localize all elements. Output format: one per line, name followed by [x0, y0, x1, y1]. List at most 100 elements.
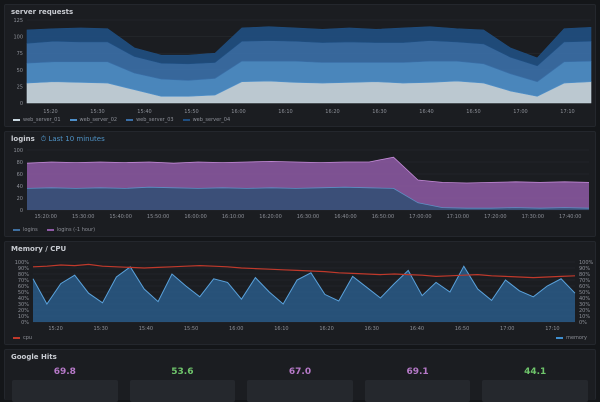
gauge-value: 44.1	[524, 367, 547, 377]
x-tick-label: 16:10:00	[222, 214, 244, 220]
gauge-value: 69.8	[53, 367, 76, 377]
legend-label: web_server_03	[136, 117, 174, 123]
legend-label: web_server_02	[79, 117, 118, 123]
x-tick-label: 15:30	[90, 109, 104, 115]
y-tick-label: 40	[17, 184, 23, 190]
x-tick-label: 15:40	[137, 109, 151, 115]
gauge-3[interactable]: 67.0	[243, 363, 357, 402]
gauge-bar	[129, 380, 236, 402]
x-tick-label: 15:50:00	[147, 214, 169, 220]
x-tick-label: 17:20:00	[484, 214, 506, 220]
memory-swatch	[556, 336, 564, 339]
panel-title: Google Hits	[11, 353, 57, 361]
legend-item[interactable]: logins (-1 hour)	[46, 227, 95, 233]
memory-cpu-panel[interactable]: Memory / CPU 100% 90% 80% 70% 60% 50% 40% 30% 20…	[4, 241, 596, 345]
gauge-2[interactable]: 53.6	[125, 363, 240, 402]
x-tick-label: 17:10	[545, 326, 559, 332]
series-legend: logins logins (-1 hour)	[13, 227, 95, 233]
legend-label: memory	[566, 335, 587, 341]
legend-swatch	[46, 228, 54, 231]
x-tick-label: 15:20	[43, 109, 57, 115]
legend-item[interactable]: web_server_03	[126, 117, 174, 123]
x-tick-label: 15:30:00	[72, 214, 94, 220]
legend-label: web_server_01	[23, 117, 61, 123]
gauge-bar	[482, 380, 588, 402]
x-tick-label: 17:10:00	[447, 214, 469, 220]
y-tick-label-left: 0%	[21, 320, 29, 326]
x-tick-label: 16:40	[410, 326, 424, 332]
gauge-bar	[364, 380, 471, 402]
gauge-bar	[247, 380, 353, 402]
dashboard: server requests 125 100 75 50 25 0 15:20 15:30 1…	[0, 0, 600, 402]
y-tick-label: 75	[17, 51, 23, 57]
gauge-4[interactable]: 69.1	[360, 363, 475, 402]
legend-label: cpu	[23, 335, 33, 341]
y-tick-label: 50	[17, 68, 23, 74]
y-tick-label: 100	[13, 148, 23, 154]
y-tick-label: 0	[20, 208, 23, 214]
y-tick-label: 80	[17, 160, 23, 166]
gauge-value: 53.6	[171, 367, 194, 377]
y-tick-label: 60	[17, 172, 23, 178]
legend-item[interactable]: web_server_01	[13, 117, 61, 123]
x-tick-label: 16:20	[325, 109, 339, 115]
x-tick-label: 15:50	[184, 326, 198, 332]
series-legend: web_server_01 web_server_02 web_server_03 w…	[13, 117, 230, 123]
x-tick-label: 16:30	[372, 109, 386, 115]
server-requests-chart: 125 100 75 50 25 0 15:20 15:30 15:40 15:50 16:00 16…	[13, 18, 592, 115]
memory-legend: memory	[556, 335, 587, 341]
legend-item[interactable]: web_server_02	[69, 117, 118, 123]
x-tick-label: 17:40:00	[559, 214, 581, 220]
memory-area	[33, 266, 575, 322]
cpu-line	[32, 263, 576, 279]
x-tick-label: 16:00	[229, 326, 243, 332]
logins-panel[interactable]: logins ⏱ Last 10 minutes 100 80 60 40 20 0 15:2…	[4, 131, 596, 237]
x-tick-label: 15:50	[184, 109, 198, 115]
x-tick-label: 16:20	[319, 326, 333, 332]
x-tick-label: 16:50	[466, 109, 480, 115]
legend-swatch	[69, 118, 77, 121]
legend-swatch	[13, 228, 20, 231]
legend-label: logins	[23, 227, 38, 233]
legend-swatch	[13, 118, 20, 121]
x-tick-label: 16:10	[274, 326, 288, 332]
x-tick-label: 17:30:00	[522, 214, 544, 220]
x-tick-label: 16:40:00	[334, 214, 356, 220]
gauge-bar	[12, 380, 118, 402]
x-tick-label: 16:30:00	[297, 214, 319, 220]
x-tick-label: 16:40	[419, 109, 433, 115]
x-tick-label: 16:20:00	[259, 214, 281, 220]
legend-label: web_server_04	[192, 117, 231, 123]
legend-swatch	[182, 118, 190, 121]
logins-chart: 100 80 60 40 20 0 15:20:00 15:30:00 15:40:00 15:5…	[13, 148, 590, 220]
x-tick-label: 16:30	[365, 326, 379, 332]
x-tick-label: 15:20	[48, 326, 62, 332]
x-tick-label: 17:00	[500, 326, 514, 332]
y-tick-label: 100	[13, 35, 23, 41]
gauge-value: 69.1	[406, 367, 429, 377]
x-tick-label: 16:00:00	[184, 214, 206, 220]
y-tick-label: 125	[13, 18, 23, 24]
y-tick-label-right: 0%	[579, 320, 587, 326]
gauge-1[interactable]: 69.8	[8, 363, 122, 402]
legend-item-cpu[interactable]: cpu	[13, 335, 32, 341]
cpu-legend: cpu	[13, 335, 32, 341]
x-tick-label: 16:50	[455, 326, 469, 332]
x-tick-label: 16:00	[231, 109, 245, 115]
memory-cpu-chart: 100%90%80%70%60%50%40%30%20%10%0%100%90%…	[15, 260, 594, 332]
gauge-5[interactable]: 44.1	[478, 363, 592, 402]
x-tick-label: 15:40:00	[109, 214, 131, 220]
x-tick-label: 17:10	[560, 109, 574, 115]
x-tick-label: 17:00:00	[409, 214, 431, 220]
x-tick-label: 16:50:00	[372, 214, 394, 220]
legend-item[interactable]: logins	[13, 227, 38, 233]
y-tick-label: 20	[17, 196, 23, 202]
y-tick-label: 0	[20, 101, 23, 107]
legend-item-memory[interactable]: memory	[556, 335, 587, 341]
gauge-value: 67.0	[288, 367, 312, 377]
x-tick-label: 15:20:00	[34, 214, 56, 220]
x-tick-label: 16:10	[278, 109, 292, 115]
x-tick-label: 15:30	[94, 326, 108, 332]
server-requests-panel[interactable]: server requests 125 100 75 50 25 0 15:20 15:30 1…	[4, 4, 596, 127]
legend-item[interactable]: web_server_04	[182, 117, 231, 123]
